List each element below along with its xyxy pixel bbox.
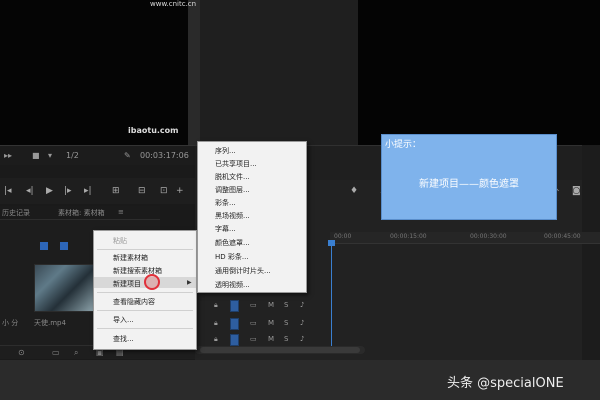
program-monitor [358,0,600,145]
watermark-bottom: ibaotu.com [128,126,179,135]
track-target-a2[interactable] [230,334,239,346]
mic-icon[interactable]: ♪ [300,335,304,343]
sync-icon[interactable]: ▭ [250,301,257,309]
submenu-item-color-matte[interactable]: 颜色遮罩... [215,238,250,248]
ruler-tick: 00:00:45:00 [544,233,581,240]
mute-icon[interactable]: M [268,335,274,343]
tab-bin[interactable]: 素材箱: 素材箱 [58,208,105,218]
time-ruler[interactable]: 00:00 00:00:15:00 00:00:30:00 00:00:45:0… [330,232,600,244]
mute-icon[interactable]: M [268,319,274,327]
zoom-icon[interactable]: ⊙ [18,348,25,357]
chevron-down-icon[interactable]: ▾ [48,151,52,160]
clip-name[interactable]: 天使.mp4 [34,318,66,328]
menu-divider [97,328,193,329]
insert-icon[interactable]: ⊞ [112,186,120,196]
submenu-item-adjustment-layer[interactable]: 调整图层... [215,185,250,195]
menu-item-paste[interactable]: 粘贴 [113,236,127,246]
solo-icon[interactable]: S [284,301,288,309]
submenu-item-bars-tone[interactable]: 彩条... [215,198,236,208]
menu-divider [97,310,193,311]
lock-icon[interactable]: 🔒︎ [214,318,218,328]
menu-item-view-hidden[interactable]: 查看隐藏内容 [113,297,155,307]
submenu-item-transparent-video[interactable]: 透明视频... [215,280,250,290]
mic-icon[interactable]: ♪ [300,301,304,309]
wrench-icon[interactable]: ✎ [124,151,131,160]
watermark-top: www.cnitc.cn [150,0,197,8]
effect-controls-panel [200,0,358,145]
playhead-icons[interactable]: ▸▸ [4,151,12,160]
submenu-item-hd-bars[interactable]: HD 彩条... [215,252,249,262]
track-target-v1[interactable] [230,300,239,312]
tip-body: 新建项目——颜色遮罩 [419,179,519,190]
sync-icon[interactable]: ▭ [250,335,257,343]
submenu-item-title[interactable]: 字幕... [215,224,236,234]
menu-item-find[interactable]: 查找... [113,334,134,344]
submenu-item-countdown[interactable]: 通用倒计时片头... [215,266,271,276]
source-controls-bar: ▸▸ ■ ▾ 1/2 ✎ 00:03:17:06 [0,145,195,165]
track-target-a1[interactable] [230,318,239,330]
submenu-item-black-video[interactable]: 黑场视频... [215,211,250,221]
mute-icon[interactable]: M [268,301,274,309]
right-strip [582,145,600,360]
folder-icon[interactable]: ▭ [52,348,60,357]
tab-menu-icon[interactable]: ≡ [118,208,124,216]
cursor-highlight [144,274,160,290]
lock-icon[interactable]: 🔒︎ [214,300,218,310]
solo-icon[interactable]: S [284,335,288,343]
ruler-tick: 00:00:30:00 [470,233,507,240]
step-back-icon[interactable]: ◂| [26,186,34,196]
context-menu [93,230,197,350]
submenu-item-sequence[interactable]: 序列... [215,146,236,156]
menu-item-new-bin[interactable]: 新建素材箱 [113,253,148,263]
search-icon[interactable]: ⌕ [74,348,78,358]
brand-watermark: 头条 @specialONE [447,376,564,391]
source-monitor [0,0,188,145]
transport-bar: |◂ ◂| ▶ |▸ ▸| ⊞ ⊟ ⊡ + [0,178,195,204]
lock-icon[interactable]: 🔒︎ [214,334,218,344]
add-icon[interactable]: + [176,186,184,196]
step-forward-icon[interactable]: |▸ [64,186,72,196]
list-view-icon[interactable] [40,242,48,250]
overwrite-icon[interactable]: ⊟ [138,186,146,196]
menu-divider [97,249,193,250]
export-frame-icon[interactable]: ⊡ [160,186,168,196]
playhead-line[interactable] [331,244,332,349]
tip-title: 小提示： [385,140,422,150]
square-icon[interactable]: ■ [32,151,40,160]
menu-divider [97,292,193,293]
camera-icon[interactable]: ◙ [572,186,581,196]
ruler-tick: 00:00 [334,233,352,240]
side-label: 小 分 [2,319,19,327]
sync-icon[interactable]: ▭ [250,319,257,327]
go-to-out-icon[interactable]: ▸| [84,186,92,196]
panel-divider[interactable] [188,0,200,145]
lift-icon[interactable]: ♦ [350,186,358,196]
clip-thumbnail[interactable] [34,264,94,312]
timeline-scrollbar-thumb[interactable] [200,347,360,353]
submenu-item-shared-project[interactable]: 已共享项目... [215,159,257,169]
menu-item-import[interactable]: 导入... [113,315,134,325]
tab-history[interactable]: 历史记录 [2,208,30,218]
mark-in-icon[interactable]: |◂ [4,186,12,196]
ruler-tick: 00:00:15:00 [390,233,427,240]
play-icon[interactable]: ▶ [46,186,53,196]
menu-item-new-item[interactable]: 新建项目 [113,279,141,289]
mic-icon[interactable]: ♪ [300,319,304,327]
fit-select[interactable]: 1/2 [66,151,79,160]
submenu-arrow-icon: ▶ [187,279,192,286]
icon-view-icon[interactable] [60,242,68,250]
project-tabs: 历史记录 素材箱: 素材箱 ≡ [0,206,160,220]
timecode: 00:03:17:06 [140,151,189,160]
solo-icon[interactable]: S [284,319,288,327]
submenu-item-offline-file[interactable]: 脱机文件... [215,172,250,182]
